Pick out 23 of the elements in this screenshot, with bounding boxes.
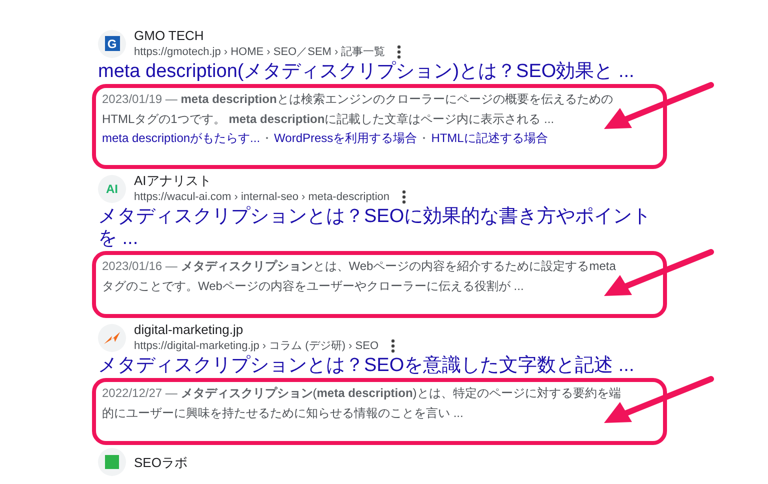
more-icon[interactable]	[390, 339, 394, 353]
site-favicon: AI	[98, 174, 126, 202]
result-title-link[interactable]: meta description(メタディスクリプション)とは？SEO効果と ...	[98, 61, 667, 83]
site-favicon: G	[98, 30, 126, 58]
result-url: https://gmotech.jp › HOME › SEO／SEM › 記事一覧	[134, 45, 386, 60]
sitelink[interactable]: meta descriptionがもたらす...	[102, 129, 260, 147]
more-icon[interactable]	[397, 45, 402, 59]
flame-icon	[103, 330, 121, 344]
site-name: SEOラボ	[134, 454, 188, 470]
site-name: digital-marketing.jp	[134, 321, 244, 338]
result-title-link[interactable]: メタディスクリプションとは？SEOに効果的な書き方やポイントを ...	[98, 206, 667, 250]
result-title-link[interactable]: メタディスクリプションとは？SEOを意識した文字数と記述 ...	[98, 355, 667, 377]
result-url: https://digital-marketing.jp › コラム (デジ研) › SEO	[134, 339, 378, 354]
sitelink[interactable]: WordPressを利用する場合	[274, 129, 418, 147]
more-icon[interactable]	[402, 190, 406, 204]
result-snippet: 2022/12/27 — メタディスクリプション(meta description)とは、特定のページに対する要約を端的にユーザーに興味を持たせるために知らせる情報のことを言い ...	[102, 385, 622, 422]
result-snippet: 2023/01/16 — メタディスクリプションとは、Webページの内容を紹介するために設定するmetaタグのことです。Webページの内容をユーザーやクローラーに伝える役割が ...	[102, 258, 617, 295]
result-snippet: 2023/01/19 — meta descriptionとは検索エンジンのクローラーにページの概要を伝えるための HTMLタグの1つです。 meta descriptionに記載した文章はページ内に表示される ...	[102, 91, 614, 128]
site-name: AIアナリスト	[134, 172, 212, 189]
site-favicon	[98, 448, 126, 476]
result-url: https://wacul-ai.com › internal-seo › meta-description	[134, 190, 390, 205]
sitelink[interactable]: HTMLに記述する場合	[431, 129, 548, 147]
site-name: GMO TECH	[134, 27, 205, 44]
